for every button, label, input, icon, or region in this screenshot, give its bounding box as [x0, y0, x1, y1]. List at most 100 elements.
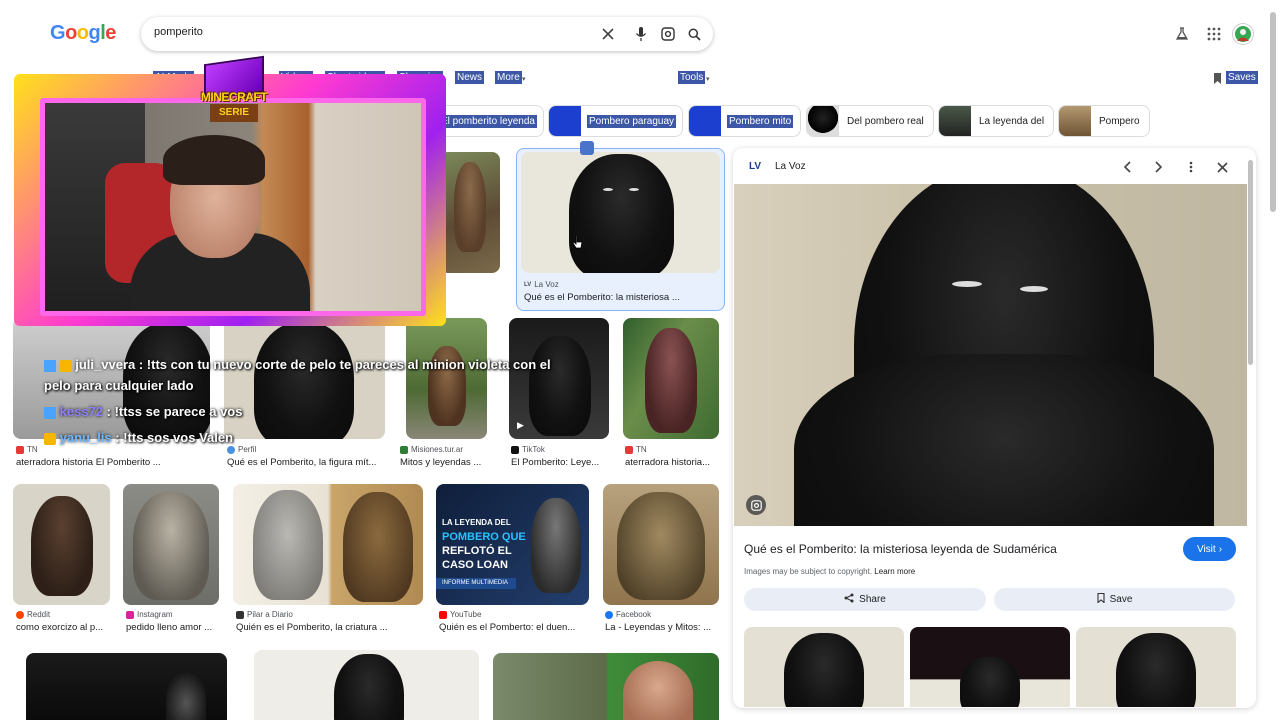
google-logo[interactable]: Google: [50, 22, 116, 45]
result-title[interactable]: aterradora historia El Pomberito ...: [16, 457, 206, 468]
result-image[interactable]: [521, 152, 720, 273]
labs-icon[interactable]: [1173, 25, 1191, 43]
result-image[interactable]: [26, 653, 227, 720]
page-scrollbar[interactable]: [1270, 12, 1276, 212]
logo-text: MINECRAFT: [200, 90, 268, 104]
logo-letter: o: [76, 22, 89, 44]
logo-letter: o: [65, 22, 77, 44]
save-label: Save: [1109, 594, 1133, 605]
result-image[interactable]: [493, 653, 719, 720]
result-title[interactable]: Quién es el Pomberito, la criatura ...: [236, 622, 422, 633]
pilar-icon: [236, 610, 244, 619]
source-name: Misiones.tur.ar: [411, 445, 464, 454]
chip-thumb: [1059, 106, 1091, 136]
chip-la-leyenda-del[interactable]: La leyenda del: [938, 105, 1054, 137]
panel-scrollbar[interactable]: [1248, 160, 1253, 365]
related-image[interactable]: [1076, 627, 1236, 707]
play-icon: ▶: [517, 420, 524, 430]
preview-image[interactable]: [734, 184, 1247, 526]
nav-more[interactable]: More: [495, 71, 522, 84]
result-title[interactable]: como exorcizo al p...: [16, 622, 110, 633]
close-icon[interactable]: [1213, 158, 1231, 176]
tn-icon: [16, 445, 24, 454]
result-source: Pilar a Diario: [236, 610, 293, 619]
result-image[interactable]: [13, 484, 110, 605]
reddit-icon: [16, 610, 24, 619]
result-source: LV La Voz: [524, 280, 559, 289]
result-title[interactable]: Quién es el Pomberto: el duen...: [439, 622, 589, 633]
result-source: TN: [16, 445, 38, 454]
chip-pomberito-leyenda[interactable]: El pomberito leyenda: [432, 105, 544, 137]
result-image[interactable]: [406, 318, 487, 439]
more-vert-icon[interactable]: [1182, 158, 1200, 176]
share-icon: [844, 593, 854, 606]
face-shape: [623, 661, 693, 720]
search-icon[interactable]: [686, 26, 702, 42]
source-name: Instagram: [137, 610, 173, 619]
chip-label: Pompero: [1099, 115, 1140, 127]
result-title[interactable]: Mitos y leyendas ...: [400, 457, 496, 468]
search-input[interactable]: pomperito: [154, 26, 203, 38]
save-button[interactable]: Save: [994, 588, 1235, 611]
result-title[interactable]: La - Leyendas y Mitos: ...: [605, 622, 719, 633]
chip-pompero[interactable]: Pompero: [1058, 105, 1150, 137]
result-title[interactable]: Qué es el Pomberito: la misteriosa ...: [524, 292, 719, 303]
instagram-icon: [126, 610, 134, 619]
mic-icon[interactable]: [633, 26, 649, 42]
learn-more-link[interactable]: Learn more: [874, 567, 915, 576]
chip-thumb: [939, 106, 971, 136]
bookmark-icon: [1213, 71, 1222, 89]
result-image[interactable]: [233, 484, 423, 605]
lens-icon[interactable]: [660, 26, 676, 42]
misiones-icon: [400, 445, 408, 454]
logo-subtext: SERIE: [210, 104, 258, 122]
chip-thumb: [689, 106, 721, 136]
result-image[interactable]: [254, 650, 479, 720]
youtube-icon: [439, 610, 447, 619]
chip-del-pombero-real[interactable]: Del pombero real: [806, 105, 934, 137]
close-icon[interactable]: [600, 26, 616, 42]
result-source: TikTok: [511, 445, 545, 454]
result-title[interactable]: El Pomberito: Leye...: [511, 457, 609, 468]
bookmark-icon: [1097, 592, 1105, 606]
result-title[interactable]: pedido lleno amor ...: [126, 622, 220, 633]
visit-button[interactable]: Visit ›: [1183, 537, 1236, 561]
logo-letter: G: [50, 22, 66, 44]
search-box[interactable]: [141, 17, 713, 51]
nav-tools[interactable]: Tools: [678, 71, 706, 84]
related-image[interactable]: [744, 627, 904, 707]
result-image[interactable]: [123, 484, 219, 605]
result-video-youtube[interactable]: LA LEYENDA DEL POMBERO QUE REFLOTÓ EL CA…: [436, 484, 589, 605]
share-button[interactable]: Share: [744, 588, 986, 611]
chip-pombero-paraguay[interactable]: Pombero paraguay: [548, 105, 683, 137]
chat-message: yanu_lis : !tts sos vos Valen: [44, 430, 233, 445]
badge-icon: [44, 359, 56, 372]
chip-label: El pomberito leyenda: [439, 114, 537, 128]
result-title[interactable]: aterradora historia...: [625, 457, 719, 468]
lens-icon[interactable]: [746, 495, 766, 515]
badge-icon: [44, 432, 56, 445]
apps-icon[interactable]: [1205, 25, 1223, 43]
chevron-left-icon[interactable]: [1118, 158, 1136, 176]
translate-icon: [580, 141, 594, 155]
result-title[interactable]: Qué es el Pomberito, la figura mít...: [227, 457, 385, 468]
panel-title[interactable]: Qué es el Pomberito: la misteriosa leyen…: [744, 542, 1057, 556]
share-label: Share: [859, 594, 886, 605]
panel-source-name[interactable]: La Voz: [775, 161, 806, 172]
related-image[interactable]: [910, 627, 1070, 707]
result-video-tiktok[interactable]: ▶: [509, 318, 609, 439]
nav-saves[interactable]: Saves: [1226, 71, 1258, 84]
chip-pombero-mito[interactable]: Pombero mito: [688, 105, 801, 137]
result-image[interactable]: [440, 152, 500, 273]
nav-news[interactable]: News: [455, 71, 485, 84]
chevron-right-icon[interactable]: [1150, 158, 1168, 176]
thumb-headline: LA LEYENDA DEL POMBERO QUE REFLOTÓ EL CA…: [442, 516, 526, 572]
avatar[interactable]: [1233, 24, 1253, 44]
thumb-footer: INFORME MULTIMEDIA: [436, 578, 516, 589]
result-source: Perfil: [227, 445, 256, 454]
result-image[interactable]: [623, 318, 719, 439]
result-image[interactable]: [603, 484, 719, 605]
result-image[interactable]: [224, 318, 385, 439]
webcam-feed: [40, 98, 426, 316]
chip-thumb: [807, 106, 839, 136]
